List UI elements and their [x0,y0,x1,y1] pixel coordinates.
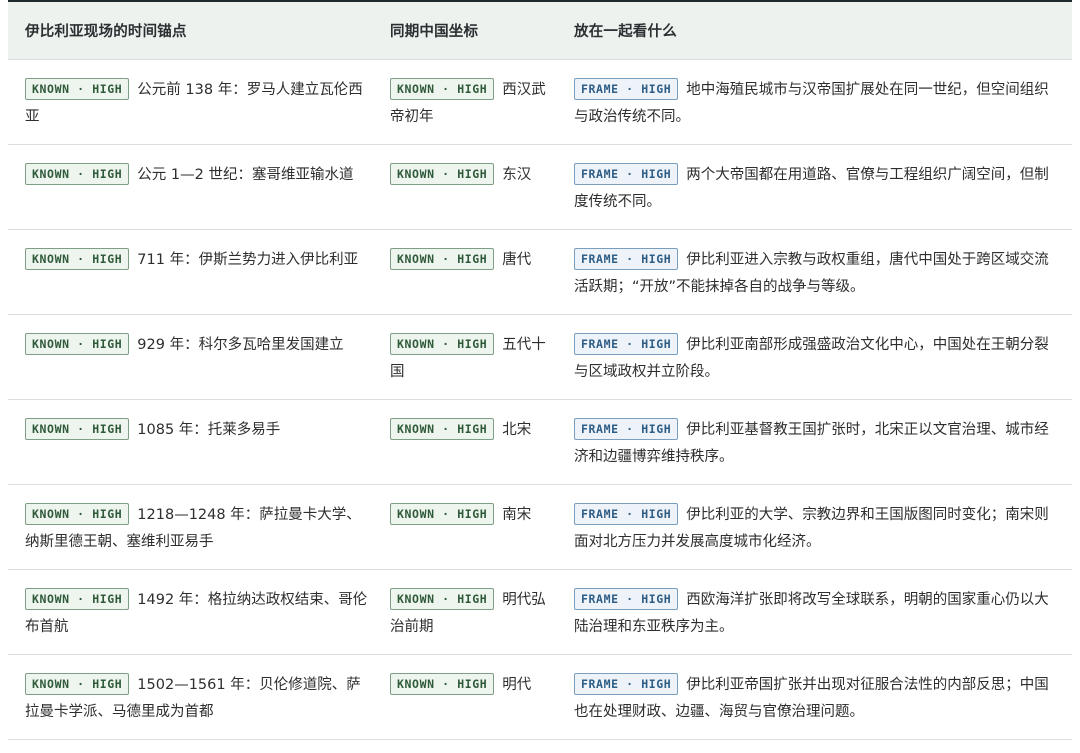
china-coordinate-cell: KNOWN · HIGH 明代弘治前期 [373,570,557,654]
known-high-badge: KNOWN · HIGH [25,333,130,355]
known-high-badge: KNOWN · HIGH [390,673,495,695]
known-high-badge: KNOWN · HIGH [390,418,495,440]
iberia-anchor-cell-text: 1085 年：托莱多易手 [137,422,281,438]
known-high-badge: KNOWN · HIGH [390,163,495,185]
frame-high-badge: FRAME · HIGH [574,248,679,270]
frame-high-badge: FRAME · HIGH [574,418,679,440]
known-high-badge: KNOWN · HIGH [25,418,130,440]
table-row: KNOWN · HIGH 公元前 138 年：罗马人建立瓦伦西亚 KNOWN · H… [8,60,1072,145]
known-high-badge: KNOWN · HIGH [390,333,495,355]
frame-high-badge: FRAME · HIGH [574,588,679,610]
table-row: KNOWN · HIGH 711 年：伊斯兰势力进入伊比利亚 KNOWN · HIG… [8,230,1072,315]
header-china-coordinate: 同期中国坐标 [390,24,479,40]
china-coordinate-cell-text: 东汉 [502,167,532,183]
iberia-anchor-cell: KNOWN · HIGH 711 年：伊斯兰势力进入伊比利亚 [8,230,373,314]
iberia-anchor-cell-text: 公元 1—2 世纪：塞哥维亚输水道 [137,167,354,183]
frame-high-badge: FRAME · HIGH [574,78,679,100]
china-coordinate-cell: KNOWN · HIGH 唐代 [373,230,557,314]
known-high-badge: KNOWN · HIGH [25,163,130,185]
comparison-note-cell: FRAME · HIGH 西欧海洋扩张即将改写全球联系，明朝的国家重心仍以大陆治理… [557,570,1072,654]
comparison-note-cell: FRAME · HIGH 两个大帝国都在用道路、官僚与工程组织广阔空间，但制度传统… [557,145,1072,229]
known-high-badge: KNOWN · HIGH [25,503,130,525]
comparison-note-cell: FRAME · HIGH 地中海殖民城市与汉帝国扩展处在同一世纪，但空间组织与政治… [557,60,1072,144]
china-coordinate-cell-text: 明代 [502,677,532,693]
known-high-badge: KNOWN · HIGH [25,588,130,610]
iberia-anchor-cell-text: 929 年：科尔多瓦哈里发国建立 [137,337,344,353]
comparison-note-cell: FRAME · HIGH 伊比利亚的大学、宗教边界和王国版图同时变化；南宋则面对北… [557,485,1072,569]
china-coordinate-cell: KNOWN · HIGH 五代十国 [373,315,557,399]
iberia-anchor-cell: KNOWN · HIGH 929 年：科尔多瓦哈里发国建立 [8,315,373,399]
known-high-badge: KNOWN · HIGH [390,588,495,610]
iberia-anchor-cell: KNOWN · HIGH 1085 年：托莱多易手 [8,400,373,484]
frame-high-badge: FRAME · HIGH [574,163,679,185]
table-body: KNOWN · HIGH 公元前 138 年：罗马人建立瓦伦西亚 KNOWN · H… [8,60,1072,740]
comparison-note-cell: FRAME · HIGH 伊比利亚帝国扩张并出现对征服合法性的内部反思；中国也在处… [557,655,1072,739]
known-high-badge: KNOWN · HIGH [390,503,495,525]
table-row: KNOWN · HIGH 1218—1248 年：萨拉曼卡大学、纳斯里德王朝、塞维… [8,485,1072,570]
iberia-anchor-cell: KNOWN · HIGH 1218—1248 年：萨拉曼卡大学、纳斯里德王朝、塞维… [8,485,373,569]
header-iberia-anchor: 伊比利亚现场的时间锚点 [25,24,187,40]
comparison-note-cell: FRAME · HIGH 伊比利亚基督教王国扩张时，北宋正以文官治理、城市经济和边… [557,400,1072,484]
known-high-badge: KNOWN · HIGH [25,673,130,695]
table-row: KNOWN · HIGH 1085 年：托莱多易手 KNOWN · HIGH 北宋 FR… [8,400,1072,485]
iberia-anchor-cell: KNOWN · HIGH 1492 年：格拉纳达政权结束、哥伦布首航 [8,570,373,654]
iberia-anchor-cell: KNOWN · HIGH 1502—1561 年：贝伦修道院、萨拉曼卡学派、马德里… [8,655,373,739]
frame-high-badge: FRAME · HIGH [574,503,679,525]
china-coordinate-cell-text: 唐代 [502,252,532,268]
known-high-badge: KNOWN · HIGH [25,248,130,270]
table-row: KNOWN · HIGH 929 年：科尔多瓦哈里发国建立 KNOWN · HIGH… [8,315,1072,400]
known-high-badge: KNOWN · HIGH [390,248,495,270]
table-row: KNOWN · HIGH 公元 1—2 世纪：塞哥维亚输水道 KNOWN · HIG… [8,145,1072,230]
known-high-badge: KNOWN · HIGH [25,78,130,100]
china-coordinate-cell: KNOWN · HIGH 西汉武帝初年 [373,60,557,144]
table-row: KNOWN · HIGH 1492 年：格拉纳达政权结束、哥伦布首航 KNOWN ·… [8,570,1072,655]
comparison-table: 伊比利亚现场的时间锚点 同期中国坐标 放在一起看什么 KNOWN · HIGH 公… [8,0,1072,740]
comparison-note-cell: FRAME · HIGH 伊比利亚南部形成强盛政治文化中心，中国处在王朝分裂与区域… [557,315,1072,399]
china-coordinate-cell: KNOWN · HIGH 东汉 [373,145,557,229]
china-coordinate-cell: KNOWN · HIGH 明代 [373,655,557,739]
china-coordinate-cell-text: 南宋 [502,507,532,523]
china-coordinate-cell: KNOWN · HIGH 北宋 [373,400,557,484]
table-row: KNOWN · HIGH 1502—1561 年：贝伦修道院、萨拉曼卡学派、马德里… [8,655,1072,740]
iberia-anchor-cell: KNOWN · HIGH 公元前 138 年：罗马人建立瓦伦西亚 [8,60,373,144]
china-coordinate-cell: KNOWN · HIGH 南宋 [373,485,557,569]
table-header: 伊比利亚现场的时间锚点 同期中国坐标 放在一起看什么 [8,2,1072,60]
header-what-to-see: 放在一起看什么 [574,24,677,40]
iberia-anchor-cell-text: 711 年：伊斯兰势力进入伊比利亚 [137,252,359,268]
known-high-badge: KNOWN · HIGH [390,78,495,100]
iberia-anchor-cell: KNOWN · HIGH 公元 1—2 世纪：塞哥维亚输水道 [8,145,373,229]
china-coordinate-cell-text: 北宋 [502,422,532,438]
frame-high-badge: FRAME · HIGH [574,333,679,355]
frame-high-badge: FRAME · HIGH [574,673,679,695]
comparison-note-cell: FRAME · HIGH 伊比利亚进入宗教与政权重组，唐代中国处于跨区域交流活跃期… [557,230,1072,314]
